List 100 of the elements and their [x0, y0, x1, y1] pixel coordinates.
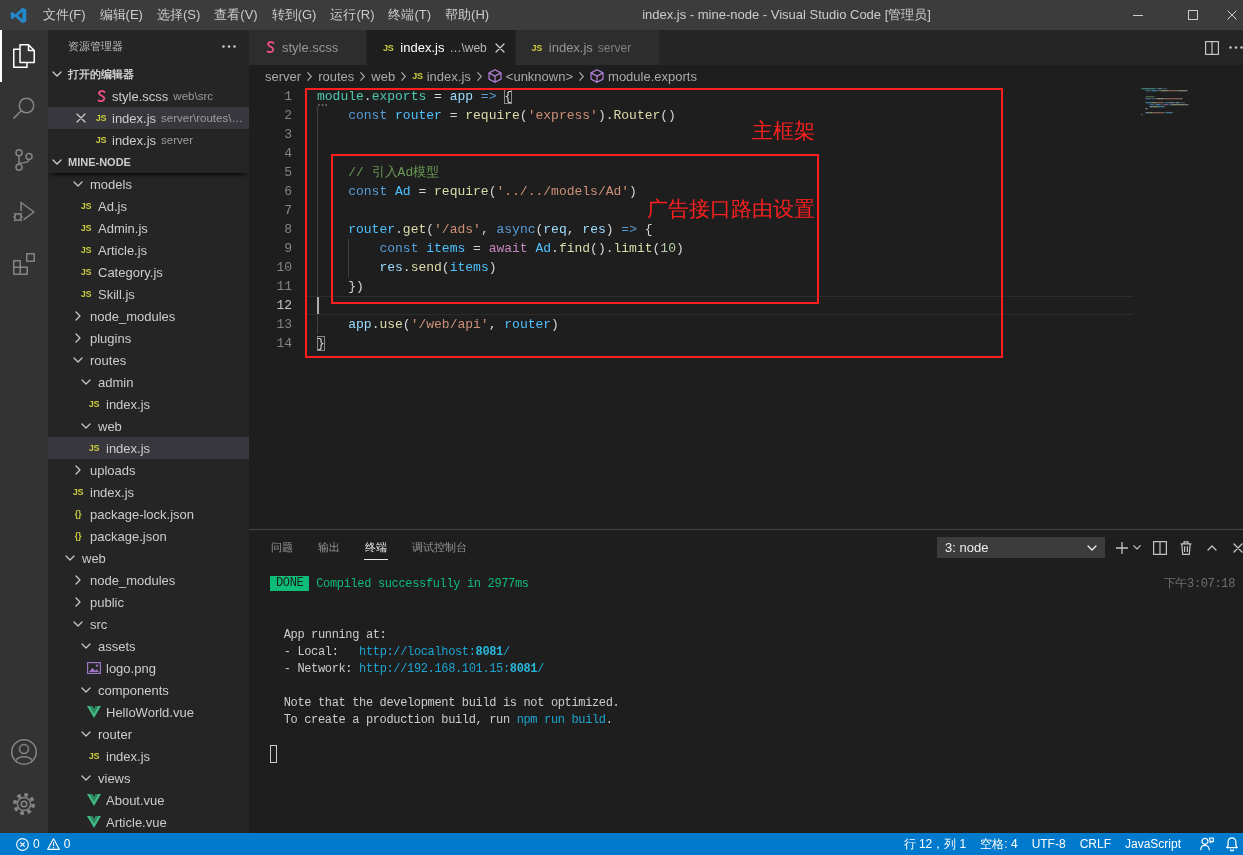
tree-item[interactable]: web	[48, 547, 249, 569]
js-icon: JS	[412, 71, 423, 81]
breadcrumb-item[interactable]: module.exports	[590, 68, 697, 84]
tree-item[interactable]: components	[48, 679, 249, 701]
trash-icon[interactable]	[1180, 540, 1192, 555]
section-header[interactable]: 打开的编辑器	[48, 63, 249, 85]
editor-tab[interactable]: style.scss	[249, 30, 368, 65]
menu-item[interactable]: 查看(V)	[207, 0, 265, 30]
panel-tab[interactable]: 输出	[317, 535, 341, 560]
settings-icon[interactable]	[12, 792, 36, 816]
tree-item[interactable]: node_modules	[48, 305, 249, 327]
split-editor-icon[interactable]	[1205, 40, 1219, 55]
breadcrumb-item[interactable]: web	[371, 68, 396, 84]
js-icon: JS	[80, 267, 92, 277]
tree-item[interactable]: router	[48, 723, 249, 745]
url-link[interactable]: http://192.168.101.15:8081/	[359, 661, 545, 676]
tree-item[interactable]: JS index.js	[48, 481, 249, 503]
chevron-right-icon	[401, 71, 407, 81]
code-line: router.get('/ads', async(req, res) => {	[348, 222, 653, 237]
terminal-select[interactable]: 3: node	[937, 537, 1105, 558]
split-panel-icon[interactable]	[1153, 540, 1167, 555]
status-item[interactable]: JavaScript	[1117, 833, 1188, 855]
panel-tab[interactable]: 问题	[270, 535, 294, 560]
code-line: const items = await Ad.find().limit(10)	[379, 241, 684, 256]
tree-item[interactable]: JS Category.js	[48, 261, 249, 283]
tree-item[interactable]: models	[48, 173, 249, 195]
sass-icon	[96, 89, 106, 103]
minimize-icon[interactable]	[1132, 14, 1143, 16]
minimap[interactable]	[1140, 88, 1190, 116]
breadcrumb-item[interactable]: server	[265, 68, 302, 84]
close-icon[interactable]	[1233, 542, 1243, 553]
close-icon[interactable]	[1226, 10, 1237, 20]
branch-icon[interactable]	[15, 149, 33, 171]
documents-icon[interactable]	[13, 44, 35, 68]
tree-item[interactable]: {} package.json	[48, 525, 249, 547]
menu-item[interactable]: 编辑(E)	[92, 0, 150, 30]
tree-item[interactable]: src	[48, 613, 249, 635]
menu-item[interactable]: 文件(F)	[36, 0, 93, 30]
tree-item[interactable]: JS Article.js	[48, 239, 249, 261]
panel-tab[interactable]: 调试控制台	[411, 535, 468, 560]
menu-item[interactable]: 选择(S)	[149, 0, 208, 30]
terminal-text: - Local: http://localhost:8081/	[282, 644, 510, 659]
status-item[interactable]: 行 12，列 1	[896, 833, 974, 855]
editor-tab[interactable]: JS index.js …\web	[367, 30, 516, 65]
tree-item[interactable]: JS index.js	[48, 745, 249, 767]
tree-item[interactable]: {} package-lock.json	[48, 503, 249, 525]
plus-icon[interactable]	[1116, 541, 1128, 554]
tree-item[interactable]: JS index.js	[48, 437, 249, 459]
open-editor-item[interactable]: style.scss web\src	[48, 85, 249, 107]
url-link[interactable]: http://localhost:8081/	[359, 644, 510, 659]
tree-item[interactable]: logo.png	[48, 657, 249, 679]
more-icon[interactable]	[222, 45, 236, 48]
tree-item[interactable]: routes	[48, 349, 249, 371]
tree-item[interactable]: admin	[48, 371, 249, 393]
tree-item[interactable]: Article.vue	[48, 811, 249, 833]
tree-item[interactable]: views	[48, 767, 249, 789]
close-icon[interactable]	[76, 113, 86, 123]
more-icon[interactable]	[1229, 46, 1243, 49]
blocks-icon[interactable]	[13, 253, 35, 275]
tree-item[interactable]: web	[48, 415, 249, 437]
tree-item[interactable]: assets	[48, 635, 249, 657]
menu-item[interactable]: 终端(T)	[381, 0, 439, 30]
chevron-right-icon	[476, 71, 482, 81]
bell-icon[interactable]	[1226, 837, 1238, 851]
menu-item[interactable]: 转到(G)	[264, 0, 324, 30]
open-editor-item[interactable]: JS index.js server\routes\…	[48, 107, 249, 129]
status-item[interactable]: CRLF	[1072, 833, 1118, 855]
tree-item[interactable]: JS Ad.js	[48, 195, 249, 217]
status-item[interactable]: 空格: 4	[973, 833, 1025, 855]
tree-item[interactable]: About.vue	[48, 789, 249, 811]
tree-item[interactable]: public	[48, 591, 249, 613]
chevron-down-icon[interactable]	[1133, 545, 1141, 550]
menu-item[interactable]: 运行(R)	[323, 0, 382, 30]
tree-item[interactable]: uploads	[48, 459, 249, 481]
play-bug-icon[interactable]	[13, 201, 35, 223]
problems-status[interactable]: 0 0	[11, 833, 76, 855]
menu-item[interactable]: 帮助(H)	[438, 0, 497, 30]
account-icon[interactable]	[11, 739, 37, 765]
chevron-up-icon[interactable]	[1207, 544, 1217, 551]
breadcrumb-item[interactable]: JS index.js	[412, 68, 471, 84]
tree-item[interactable]: JS Admin.js	[48, 217, 249, 239]
js-icon: JS	[531, 42, 543, 53]
tree-item[interactable]: plugins	[48, 327, 249, 349]
status-item[interactable]: UTF-8	[1024, 833, 1073, 855]
tree-item[interactable]: HelloWorld.vue	[48, 701, 249, 723]
tree-item[interactable]: JS index.js	[48, 393, 249, 415]
image-icon	[87, 662, 101, 674]
breadcrumb-item[interactable]: routes	[318, 68, 355, 84]
breadcrumb-item[interactable]: <unknown>	[487, 68, 574, 84]
search-icon[interactable]	[13, 97, 35, 119]
annotation-label: 广告接口路由设置	[647, 197, 815, 221]
tree-item[interactable]: node_modules	[48, 569, 249, 591]
person-icon[interactable]	[1200, 837, 1214, 851]
tree-item[interactable]: JS Skill.js	[48, 283, 249, 305]
close-icon[interactable]	[494, 42, 505, 53]
editor-tab[interactable]: JS index.js server	[515, 30, 661, 65]
panel-tab[interactable]: 终端	[364, 535, 388, 560]
maximize-icon[interactable]	[1187, 10, 1198, 20]
section-header[interactable]: MINE-NODE	[48, 151, 249, 173]
open-editor-item[interactable]: JS index.js server	[48, 129, 249, 151]
